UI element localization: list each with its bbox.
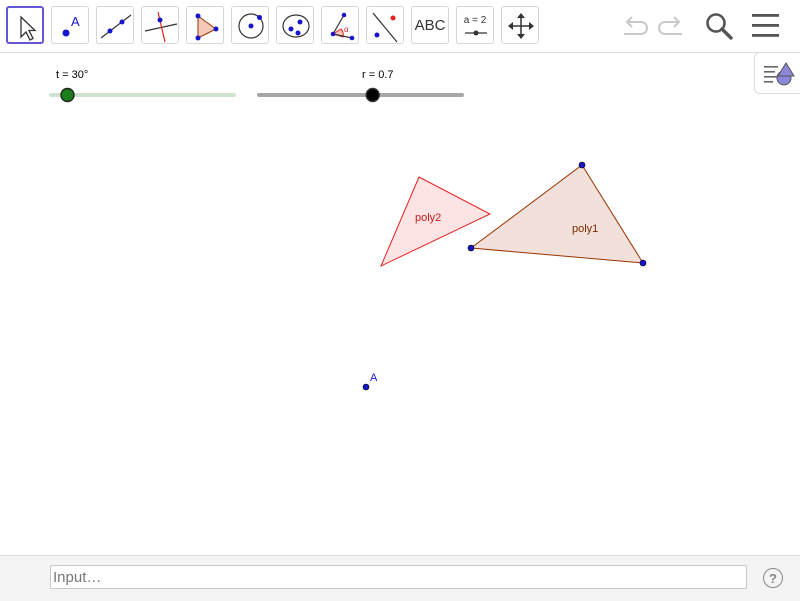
input-field[interactable] [50, 565, 747, 589]
menu-icon [752, 14, 779, 37]
polygon-icon [195, 13, 219, 41]
geometry-svg: poly2 poly1 A [49, 87, 647, 391]
ellipse-icon [282, 14, 310, 38]
graphics-view[interactable]: t = 30° r = 0.7 poly2 poly1 A [0, 53, 800, 555]
arrow-cursor-icon [20, 15, 37, 41]
poly1-triangle[interactable] [469, 164, 644, 264]
input-bar: ? [0, 555, 800, 601]
poly1-vertex[interactable] [467, 244, 475, 252]
move-arrows-icon [508, 13, 534, 39]
poly1-vertex[interactable] [639, 259, 647, 267]
search-button[interactable] [701, 8, 735, 42]
text-tool-label: ABC [414, 16, 446, 34]
redo-icon [658, 16, 682, 35]
slider-t-handle[interactable] [60, 87, 75, 103]
reflect-tool-button[interactable] [366, 6, 404, 44]
svg-text:α: α [344, 25, 349, 34]
angle-icon: α [330, 12, 355, 41]
point-icon: A [62, 14, 80, 37]
move-tool-button[interactable] [6, 6, 44, 44]
search-icon [706, 13, 733, 40]
line-tool-button[interactable] [96, 6, 134, 44]
undo-button[interactable] [618, 8, 652, 42]
angle-tool-button[interactable]: α [321, 6, 359, 44]
slider-tool-button[interactable]: a = 2 [456, 6, 494, 44]
help-button[interactable]: ? [763, 568, 783, 588]
toolbar: A α ABC a = 2 [0, 0, 800, 53]
slider-icon [465, 30, 487, 36]
perpendicular-line-tool-button[interactable] [141, 6, 179, 44]
perpendicular-line-icon [144, 11, 178, 43]
conic-tool-button[interactable] [276, 6, 314, 44]
point-a[interactable] [362, 383, 370, 391]
menu-button[interactable] [749, 8, 783, 42]
point-a-label: A [370, 372, 378, 384]
slider-r-handle[interactable] [365, 87, 380, 103]
undo-icon [624, 16, 648, 35]
redo-button[interactable] [654, 8, 688, 42]
help-icon: ? [769, 570, 777, 586]
slider-r[interactable] [257, 87, 464, 103]
text-tool-button[interactable]: ABC [411, 6, 449, 44]
move-graphics-view-tool-button[interactable] [501, 6, 539, 44]
svg-text:A: A [71, 14, 80, 29]
circle-icon [238, 13, 264, 39]
poly1-label: poly1 [572, 223, 598, 235]
line-icon [100, 14, 132, 39]
circle-tool-button[interactable] [231, 6, 269, 44]
poly2-label: poly2 [415, 212, 441, 224]
polygon-tool-button[interactable] [186, 6, 224, 44]
poly1-vertex[interactable] [578, 161, 586, 169]
point-tool-button[interactable]: A [51, 6, 89, 44]
slider-t[interactable] [49, 87, 236, 103]
reflect-about-line-icon [372, 12, 398, 43]
